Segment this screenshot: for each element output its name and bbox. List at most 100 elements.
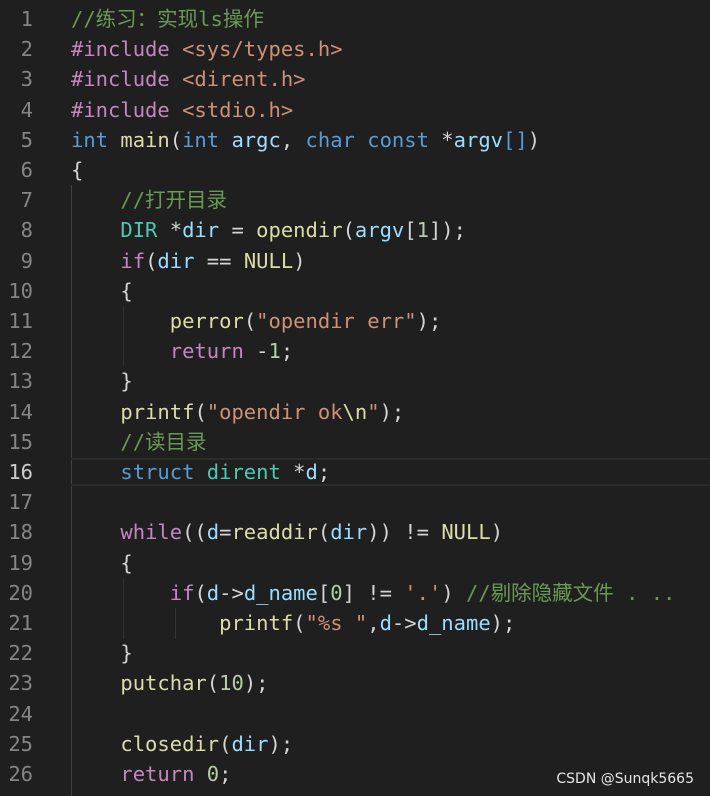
code-line[interactable]: 3 #include <dirent.h> [0,64,710,94]
code-token: dirent [206,460,281,484]
line-number: 26 [8,762,33,786]
code-token: <dirent.h> [182,67,306,92]
code-line[interactable]: 10 { [0,276,710,306]
code-token: putchar [120,671,207,696]
line-number: 18 [8,520,33,545]
code-token: if [169,580,195,605]
line-number: 25 [8,731,33,756]
code-token: #include [71,67,170,92]
code-token: d_name [243,580,318,605]
line-number: 4 [20,97,33,122]
code-text: if(dir == NULL) [71,246,306,276]
code-line[interactable]: 5 int main(int argc, char const *argv[]) [0,125,710,155]
code-token: ) [527,127,541,152]
code-text: return -1; [71,336,293,366]
line-number: 24 [8,701,33,726]
code-line[interactable]: 25 closedir(dir); [0,729,710,759]
code-token: ]); [428,218,466,243]
code-token: 1 [416,218,429,243]
code-line[interactable]: 2 #include <sys/types.h> [0,34,710,64]
line-number: 22 [8,641,33,666]
code-line[interactable]: 19 { [0,548,710,578]
code-line[interactable]: 18 while((d=readdir(dir)) != NULL) [0,517,710,547]
code-text: { [71,276,132,306]
code-token: dir [231,731,269,756]
code-text: struct dirent *d; [71,457,330,487]
code-line[interactable]: 6{ [0,155,710,185]
code-line[interactable]: 8 DIR *dir = opendir(argv[1]); [0,215,710,245]
code-token: \n [342,399,368,424]
code-token: [ [404,218,417,243]
code-token: } [71,641,133,666]
code-token: ; [219,762,232,786]
code-token: == [194,248,244,273]
code-line[interactable]: 17 [0,487,710,517]
code-token: d [206,520,220,545]
code-token: dir [330,520,368,545]
code-line[interactable]: 14 printf("opendir ok\n"); [0,397,710,427]
code-token: opendir [256,218,343,243]
code-token: printf [219,611,294,635]
code-token: const [367,127,429,152]
code-line[interactable]: 22 } [0,638,710,668]
code-token: d [379,611,392,635]
code-token: ); [268,731,294,756]
code-text: { [71,548,132,578]
code-token: char [305,127,355,152]
code-line[interactable]: 13 } [0,366,710,396]
code-token: d_name [416,611,491,635]
code-token: ; [317,460,331,484]
code-line[interactable]: 16 struct dirent *d; [0,457,710,487]
code-token: ( [342,218,355,243]
code-line[interactable]: 11 perror("opendir err"); [0,306,710,336]
code-token: * [157,218,183,243]
code-line[interactable]: 23 putchar(10); [0,668,710,698]
code-text: int main(int argc, char const *argv[]) [71,125,540,155]
code-line[interactable]: 15 //读目录 [0,427,710,457]
code-token: '.' [404,580,442,605]
code-token: -> [219,580,244,605]
code-token: -> [391,611,417,635]
code-token: NULL [243,248,294,273]
code-token: argv [354,218,405,243]
line-number: 15 [8,429,33,454]
code-token: ( [243,309,257,333]
code-line[interactable]: 21 printf("%s ",d->d_name); [0,608,710,638]
code-text: #include <sys/types.h> [71,34,343,64]
code-text: closedir(dir); [71,729,293,759]
code-text: putchar(10); [71,668,268,698]
code-text: } [71,366,132,396]
code-line[interactable]: 20 if(d->d_name[0] != '.') //剔除隐藏文件 . .. [0,578,710,608]
code-token: ); [379,399,405,424]
code-line[interactable]: 24 [0,699,710,729]
code-token: 1 [268,339,281,364]
code-token: if [120,248,146,273]
line-number: 5 [20,127,33,152]
code-text: } [71,638,133,668]
code-line[interactable]: 12 return -1; [0,336,710,366]
code-text: #include <dirent.h> [71,64,306,94]
code-token: return [169,339,244,364]
code-line[interactable]: 7 //打开目录 [0,185,710,215]
line-number: 2 [20,37,33,62]
code-token: " [367,399,380,424]
code-line[interactable]: 9 if(dir == NULL) [0,246,710,276]
code-token: dir [182,218,220,243]
code-line[interactable]: 4 #include <stdio.h> [0,95,710,125]
code-token: ) [293,248,306,273]
code-editor[interactable]: 1 //练习：实现ls操作 2 #include <sys/types.h> 3 #inc… [0,0,710,796]
code-token: while [120,520,183,545]
code-line[interactable]: 1 //练习：实现ls操作 [0,4,710,34]
code-text: printf("%s ",d->d_name); [71,608,515,638]
code-token: { [71,158,84,182]
